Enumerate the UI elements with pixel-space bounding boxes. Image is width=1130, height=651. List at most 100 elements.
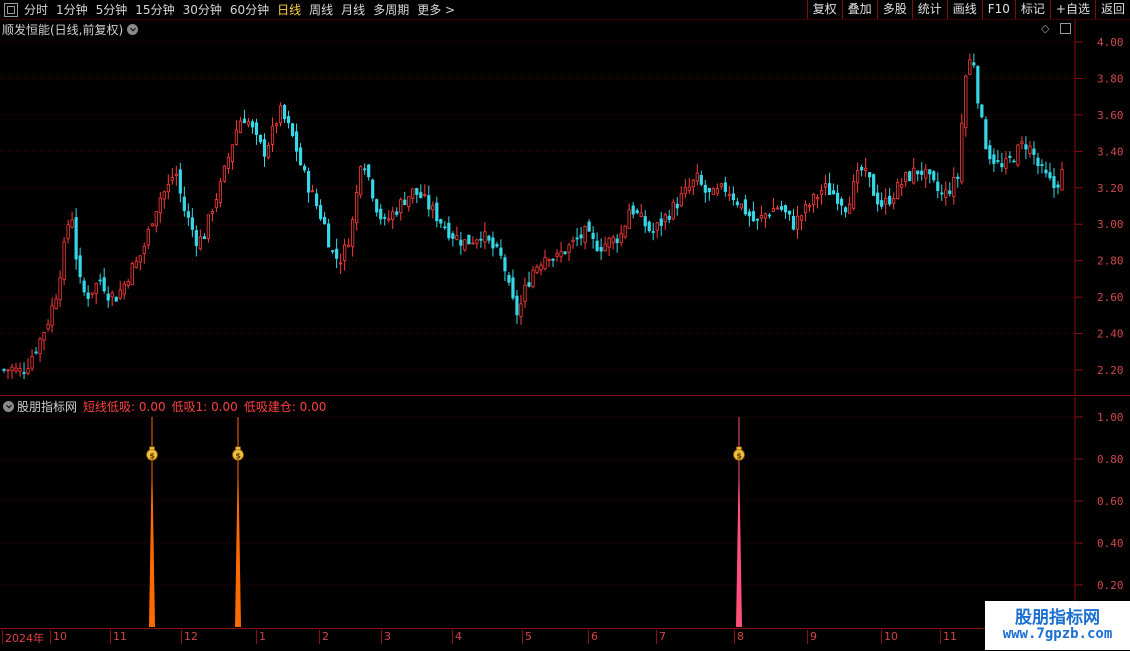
candle bbox=[507, 271, 511, 286]
period-tab[interactable]: 周线 bbox=[309, 1, 333, 18]
candle-body bbox=[134, 260, 138, 268]
candle bbox=[355, 185, 359, 231]
candle bbox=[138, 255, 142, 271]
toolbar-button[interactable]: +自选 bbox=[1049, 0, 1095, 19]
candle-body bbox=[707, 187, 711, 193]
candle bbox=[779, 200, 784, 212]
candle-body bbox=[659, 218, 663, 226]
candle-body bbox=[583, 225, 587, 243]
toolbar-buttons: 复权 叠加 多股 统计 画线 F10 标记 +自选 返回 bbox=[806, 0, 1130, 19]
period-tab[interactable]: 多周期 bbox=[373, 1, 409, 18]
window-icon[interactable] bbox=[4, 2, 18, 17]
candle-body bbox=[1040, 164, 1044, 166]
candle bbox=[335, 238, 339, 268]
candle-body bbox=[1028, 145, 1032, 154]
candle bbox=[984, 116, 988, 150]
candle-body bbox=[551, 258, 555, 261]
candle bbox=[631, 202, 635, 219]
candle bbox=[314, 188, 319, 210]
candle bbox=[936, 172, 940, 199]
candle bbox=[956, 173, 960, 188]
candle-body bbox=[411, 188, 415, 199]
candle bbox=[815, 194, 820, 209]
candle bbox=[415, 188, 419, 204]
toolbar-button[interactable]: 统计 bbox=[911, 0, 947, 19]
candle-body bbox=[278, 105, 283, 124]
candle bbox=[230, 144, 235, 170]
candle bbox=[920, 162, 924, 181]
candle-body bbox=[827, 183, 832, 196]
candle bbox=[134, 256, 138, 269]
candle-body bbox=[314, 193, 319, 207]
candle bbox=[787, 210, 792, 221]
candle-body bbox=[864, 167, 868, 172]
period-tab[interactable]: 日线 bbox=[277, 1, 301, 18]
candle-body bbox=[924, 168, 928, 179]
candle-body bbox=[527, 282, 531, 287]
candle-body bbox=[607, 237, 611, 248]
candle-body bbox=[567, 244, 571, 253]
period-tab[interactable]: 60分钟 bbox=[230, 1, 269, 18]
candle-body bbox=[795, 215, 800, 230]
period-tab[interactable]: 5分钟 bbox=[96, 1, 128, 18]
candle-body bbox=[735, 201, 739, 206]
period-tab[interactable]: 30分钟 bbox=[183, 1, 222, 18]
candle bbox=[992, 148, 996, 172]
toolbar-button[interactable]: 画线 bbox=[946, 0, 982, 19]
toolbar-button[interactable]: 复权 bbox=[806, 0, 842, 19]
candle bbox=[988, 139, 992, 165]
candle-body bbox=[138, 255, 142, 263]
candle bbox=[222, 165, 227, 183]
candle bbox=[475, 238, 479, 249]
candle bbox=[46, 319, 50, 332]
candle bbox=[771, 197, 776, 212]
y-tick-label: 3.60 bbox=[1097, 109, 1124, 122]
candle-body bbox=[679, 193, 683, 207]
candle bbox=[471, 236, 475, 245]
candle-body bbox=[1008, 155, 1012, 158]
toolbar-button[interactable]: 返回 bbox=[1094, 0, 1130, 19]
candle-body bbox=[399, 199, 403, 213]
candle-body bbox=[912, 167, 916, 184]
candle-body bbox=[210, 211, 214, 214]
candle bbox=[603, 236, 607, 252]
candle-body bbox=[647, 221, 651, 232]
candle-body bbox=[146, 228, 150, 246]
candle bbox=[78, 247, 82, 284]
candle-body bbox=[579, 234, 583, 239]
candle bbox=[803, 200, 808, 222]
candle-body bbox=[695, 172, 699, 182]
candle-body bbox=[106, 293, 110, 301]
toolbar-button[interactable]: 多股 bbox=[876, 0, 912, 19]
candle bbox=[972, 53, 976, 69]
candle-body bbox=[371, 179, 375, 199]
period-tab[interactable]: 分时 bbox=[24, 1, 48, 18]
candle-body bbox=[206, 214, 210, 239]
watermark-logo: 股朋指标网 www.7gpzb.com bbox=[985, 601, 1130, 650]
y-tick-label: 3.80 bbox=[1097, 72, 1124, 85]
toolbar-button[interactable]: F10 bbox=[981, 0, 1015, 19]
candle bbox=[234, 120, 239, 146]
candle bbox=[278, 102, 283, 127]
candle bbox=[1000, 152, 1004, 172]
candle bbox=[459, 231, 463, 255]
candle-body bbox=[559, 251, 563, 258]
period-tab[interactable]: 更多 > bbox=[417, 1, 455, 18]
candle bbox=[1036, 152, 1040, 175]
candle-body bbox=[50, 305, 54, 326]
candle bbox=[178, 162, 182, 203]
period-tab[interactable]: 15分钟 bbox=[135, 1, 174, 18]
toolbar-button[interactable]: 叠加 bbox=[841, 0, 877, 19]
candle bbox=[106, 286, 110, 308]
candle bbox=[194, 225, 198, 257]
toolbar-button[interactable]: 标记 bbox=[1014, 0, 1050, 19]
y-tick-label: 2.60 bbox=[1097, 291, 1124, 304]
period-tab[interactable]: 月线 bbox=[341, 1, 365, 18]
candle bbox=[1040, 159, 1044, 174]
candle bbox=[423, 184, 427, 198]
period-tab[interactable]: 1分钟 bbox=[56, 1, 88, 18]
candle bbox=[527, 271, 531, 288]
candle-body bbox=[872, 174, 876, 196]
candle bbox=[170, 167, 174, 185]
candle-body bbox=[447, 222, 451, 239]
